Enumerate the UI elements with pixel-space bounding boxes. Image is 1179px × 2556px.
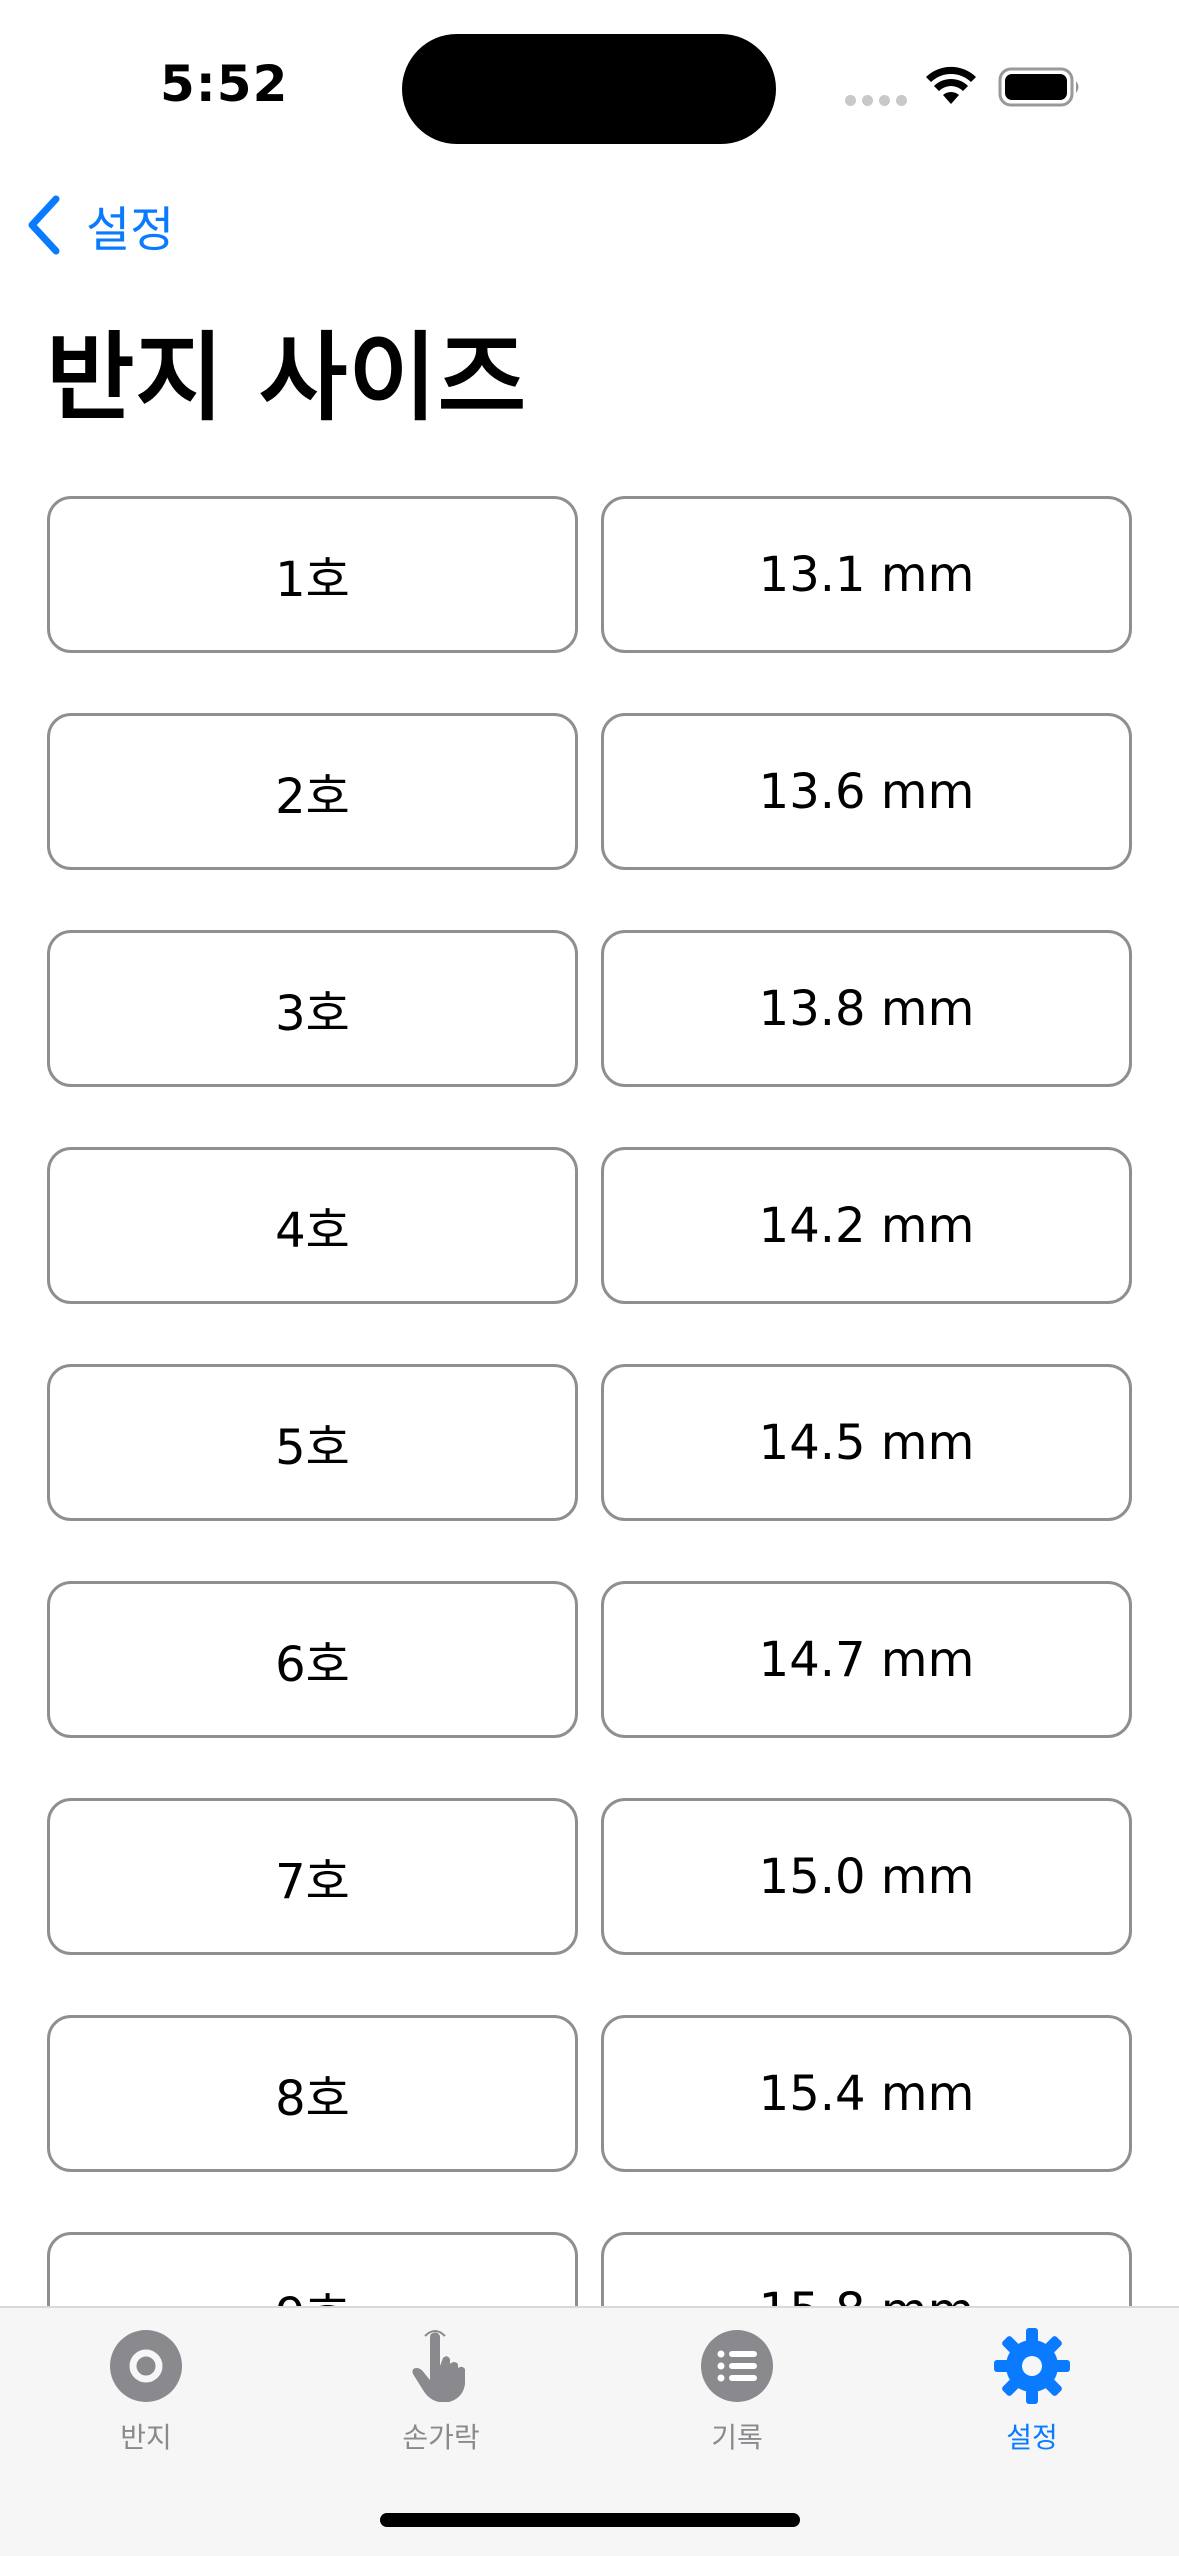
gear-icon [994,2328,1070,2404]
ring-size-cell[interactable]: 3호 [47,930,578,1087]
tab-label: 손가락 [402,2421,480,2454]
diameter-cell[interactable]: 14.7 mm [601,1581,1132,1738]
dynamic-island [402,34,776,144]
page-title: 반지 사이즈 [46,322,528,434]
tab-records[interactable]: 기록 [637,2328,837,2456]
back-button-label: 설정 [86,202,175,258]
screen: 5:52 설정 반지 사이즈 1호 13.1 mm 2호 13.6 mm 3호 13.8 … [0,0,1179,2556]
list-icon [701,2330,773,2402]
diameter-cell[interactable]: 15.0 mm [601,1798,1132,1955]
tab-settings[interactable]: 설정 [932,2328,1132,2456]
ring-size-cell[interactable]: 7호 [47,1798,578,1955]
diameter-cell[interactable]: 13.8 mm [601,930,1132,1087]
size-row: 8호 15.4 mm [47,2015,1132,2172]
back-button[interactable]: 설정 [26,190,174,260]
status-time: 5:52 [160,55,289,113]
diameter-cell[interactable]: 14.5 mm [601,1364,1132,1521]
ring-size-cell[interactable]: 1호 [47,496,578,653]
ring-size-cell[interactable]: 2호 [47,713,578,870]
ring-icon [110,2330,182,2402]
ring-size-cell[interactable]: 4호 [47,1147,578,1304]
finger-icon [412,2330,465,2402]
home-indicator [380,2513,800,2527]
tab-label: 기록 [711,2421,763,2454]
ring-size-cell[interactable]: 5호 [47,1364,578,1521]
size-row: 3호 13.8 mm [47,930,1132,1087]
diameter-cell[interactable]: 13.1 mm [601,496,1132,653]
ring-size-cell[interactable]: 8호 [47,2015,578,2172]
cellular-signal-icon [845,95,907,106]
chevron-left-icon [28,195,60,255]
diameter-cell[interactable]: 13.6 mm [601,713,1132,870]
wifi-icon [926,66,976,104]
diameter-cell[interactable]: 15.4 mm [601,2015,1132,2172]
size-row: 1호 13.1 mm [47,496,1132,653]
tab-ring[interactable]: 반지 [46,2328,246,2456]
size-row: 4호 14.2 mm [47,1147,1132,1304]
tab-label: 반지 [120,2421,172,2454]
tab-label: 설정 [1006,2421,1058,2454]
diameter-cell[interactable]: 14.2 mm [601,1147,1132,1304]
size-row: 5호 14.5 mm [47,1364,1132,1521]
tab-finger[interactable]: 손가락 [341,2328,541,2456]
ring-size-list: 1호 13.1 mm 2호 13.6 mm 3호 13.8 mm 4호 14.2 mm 5호 14… [47,496,1132,2449]
ring-size-cell[interactable]: 6호 [47,1581,578,1738]
size-row: 7호 15.0 mm [47,1798,1132,1955]
size-row: 2호 13.6 mm [47,713,1132,870]
size-row: 6호 14.7 mm [47,1581,1132,1738]
battery-icon [998,67,1079,107]
